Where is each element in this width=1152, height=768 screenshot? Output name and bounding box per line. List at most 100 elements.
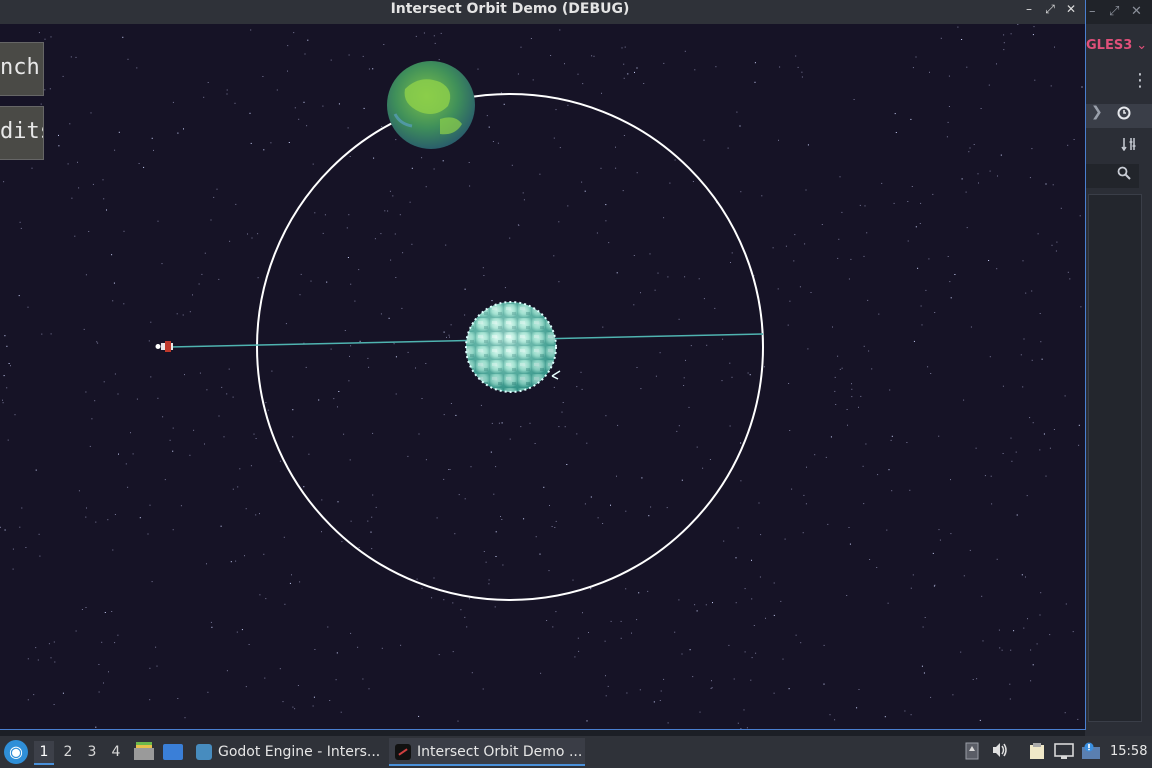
star: [493, 493, 495, 495]
star: [1078, 424, 1080, 426]
editor-tree-panel[interactable]: [1088, 194, 1142, 722]
star: [895, 132, 897, 133]
star: [950, 297, 952, 299]
star: [1003, 42, 1005, 44]
star: [620, 620, 622, 622]
star: [464, 288, 466, 290]
tray-arrow-icon[interactable]: [962, 742, 982, 762]
star: [1064, 712, 1066, 714]
desktop-2[interactable]: 2: [58, 741, 78, 763]
forward-arrow-icon[interactable]: ❯: [1091, 104, 1103, 120]
star: [433, 168, 435, 170]
renderer-selector[interactable]: GLES3 ⌄: [1086, 38, 1147, 53]
minimize-button[interactable]: –: [1021, 2, 1037, 18]
game-viewport[interactable]: nch! dits: [0, 24, 1085, 729]
star: [1009, 683, 1011, 685]
star: [53, 641, 55, 643]
search-icon[interactable]: [1117, 166, 1131, 184]
star: [558, 426, 560, 428]
godot-editor-background: – ⤢ ✕ GLES3 ⌄ ⋮ ❯: [1085, 0, 1152, 736]
star: [1001, 649, 1003, 651]
show-desktop-icon[interactable]: [163, 744, 183, 760]
star: [688, 406, 690, 408]
star: [228, 368, 230, 370]
desktop-3[interactable]: 3: [82, 741, 102, 763]
star: [343, 433, 345, 435]
star: [975, 447, 977, 449]
star: [760, 534, 762, 536]
window-titlebar[interactable]: Intersect Orbit Demo (DEBUG) – ⤢ ✕: [0, 0, 1085, 24]
file-manager-icon[interactable]: [134, 742, 154, 760]
credits-button[interactable]: dits: [0, 106, 44, 160]
star: [416, 578, 418, 580]
game-icon: [395, 744, 411, 760]
task-godot-engine[interactable]: Godot Engine - Inters...: [190, 738, 384, 766]
star: [95, 726, 97, 728]
star: [4, 335, 6, 337]
star: [245, 508, 247, 510]
star: [347, 257, 349, 258]
desktop-1[interactable]: 1: [34, 741, 54, 765]
star: [74, 235, 76, 237]
star: [443, 478, 445, 480]
star: [95, 521, 97, 523]
star: [938, 529, 940, 531]
notification-icon[interactable]: [1081, 742, 1101, 762]
star: [123, 230, 125, 232]
taskbar-clock[interactable]: 15:58: [1110, 736, 1147, 768]
star: [684, 276, 686, 278]
star: [157, 220, 159, 222]
star: [810, 292, 812, 293]
star: [164, 479, 166, 481]
star: [795, 634, 797, 636]
star: [502, 564, 504, 566]
filter-icon[interactable]: [1121, 137, 1137, 155]
close-button[interactable]: ✕: [1063, 2, 1079, 18]
star: [14, 414, 16, 416]
editor-restore-icon[interactable]: ⤢: [1109, 4, 1119, 19]
star: [247, 233, 248, 235]
star: [85, 516, 87, 518]
star: [308, 453, 310, 455]
star: [910, 118, 912, 120]
star: [89, 445, 91, 447]
volume-icon[interactable]: [990, 742, 1010, 762]
star: [468, 162, 470, 163]
star: [559, 147, 561, 149]
star: [623, 63, 625, 65]
desktop-4[interactable]: 4: [106, 741, 126, 763]
star: [1032, 34, 1034, 36]
star: [780, 600, 782, 602]
star: [250, 142, 252, 144]
star: [44, 38, 46, 40]
launch-button[interactable]: nch!: [0, 42, 44, 96]
clipboard-icon[interactable]: [1027, 742, 1047, 762]
star: [988, 84, 990, 86]
network-icon[interactable]: [1054, 742, 1074, 762]
star: [876, 567, 878, 568]
star: [483, 551, 485, 552]
star: [418, 715, 420, 717]
star: [827, 523, 829, 525]
star: [699, 711, 701, 713]
star: [450, 324, 452, 326]
star: [913, 340, 915, 342]
star: [805, 503, 807, 505]
history-icon[interactable]: [1117, 106, 1131, 124]
editor-close-icon[interactable]: ✕: [1131, 4, 1142, 19]
star: [122, 36, 124, 38]
editor-minimize-icon[interactable]: –: [1089, 4, 1096, 19]
star: [835, 404, 837, 405]
star: [1041, 358, 1043, 360]
star: [114, 373, 116, 375]
star: [31, 167, 33, 169]
task-intersect-orbit-demo[interactable]: Intersect Orbit Demo ...: [389, 738, 585, 766]
star: [623, 135, 625, 136]
more-options-icon[interactable]: ⋮: [1131, 72, 1149, 90]
restore-button[interactable]: ⤢: [1042, 2, 1058, 18]
start-menu-icon[interactable]: ◉: [4, 740, 28, 764]
star: [106, 209, 107, 211]
star: [711, 680, 712, 682]
star: [136, 67, 138, 69]
star: [483, 275, 485, 276]
